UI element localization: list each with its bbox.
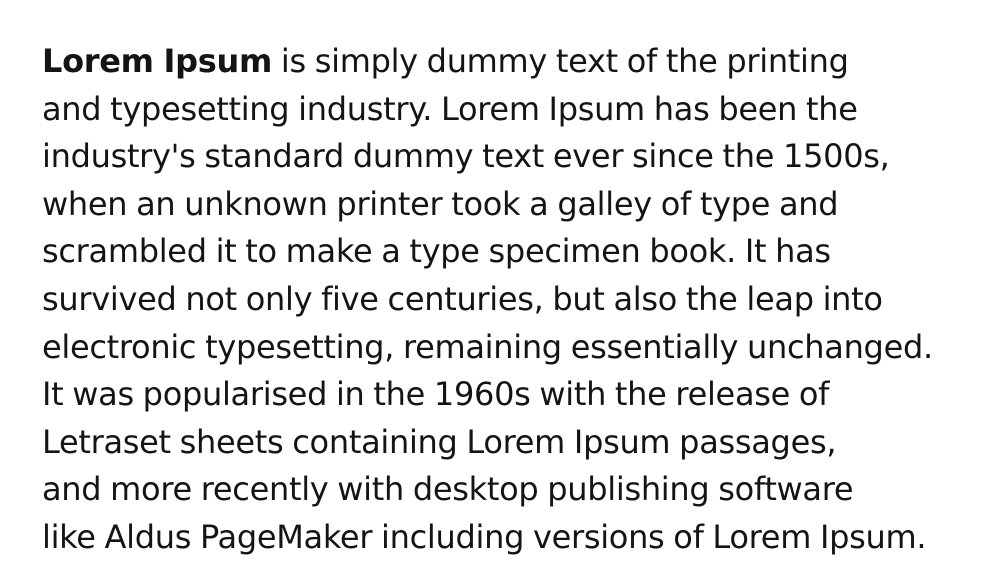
paragraph-line: when an unknown printer took a galley of… — [42, 184, 839, 223]
paragraph-line: and more recently with desktop publishin… — [42, 470, 854, 509]
paragraph-line: scrambled it to make a type specimen boo… — [42, 232, 831, 271]
paragraph-line-1: Lorem Ipsum is simply dummy text of the … — [42, 38, 988, 86]
paragraph-line: Letraset sheets containing Lorem Ipsum p… — [42, 422, 837, 461]
paragraph-line: It was popularised in the 1960s with the… — [42, 375, 830, 414]
paragraph-line: like Aldus PageMaker including versions … — [42, 517, 927, 556]
bold-lead-term: Lorem Ipsum — [42, 42, 273, 80]
paragraph-line: electronic typesetting, remaining essent… — [42, 327, 933, 366]
first-line-text: is simply dummy text of the printing — [272, 42, 849, 80]
lorem-paragraph: Lorem Ipsum is simply dummy text of the … — [42, 38, 988, 562]
paragraph-line: and typesetting industry. Lorem Ipsum ha… — [42, 89, 858, 128]
paragraph-line: industry's standard dummy text ever sinc… — [42, 137, 890, 176]
document-page: Lorem Ipsum is simply dummy text of the … — [0, 0, 988, 587]
paragraph-line: survived not only five centuries, but al… — [42, 279, 883, 318]
